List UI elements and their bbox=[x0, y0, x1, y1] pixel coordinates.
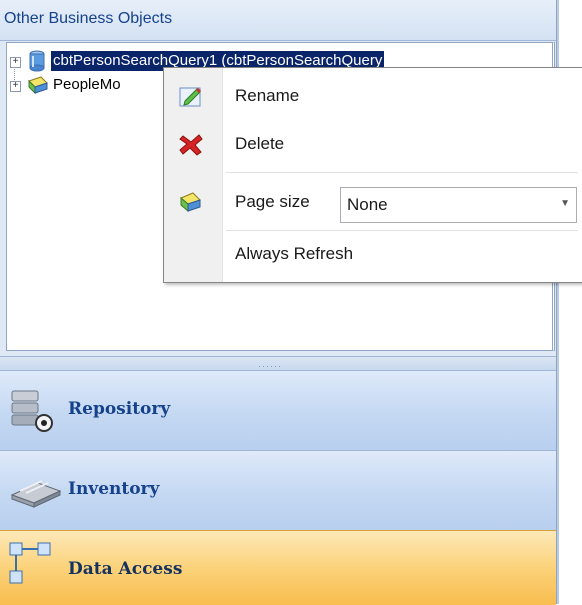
tree-node-label[interactable]: PeopleMo bbox=[51, 75, 123, 95]
menu-separator bbox=[226, 230, 578, 231]
business-object-icon bbox=[27, 75, 49, 100]
nav-button-data-access[interactable]: Data Access bbox=[0, 530, 556, 605]
menu-item-label: Always Refresh bbox=[235, 244, 354, 263]
repository-icon bbox=[8, 385, 60, 440]
menu-separator bbox=[226, 172, 578, 173]
nav-button-inventory[interactable]: Inventory bbox=[0, 450, 556, 531]
database-icon bbox=[27, 50, 47, 77]
page-size-icon bbox=[178, 190, 204, 219]
data-access-icon bbox=[8, 541, 54, 596]
context-menu: Rename Delete Page size None ▼ Always Re… bbox=[163, 67, 582, 283]
nav-label: Repository bbox=[68, 399, 171, 419]
delete-icon bbox=[178, 132, 204, 161]
panel-splitter[interactable]: ······ bbox=[0, 356, 556, 371]
nav-label: Data Access bbox=[68, 559, 183, 579]
menu-item-label: Delete bbox=[235, 134, 285, 153]
rename-icon bbox=[178, 84, 204, 113]
menu-item-delete[interactable]: Delete bbox=[164, 124, 582, 164]
menu-item-label: Page size bbox=[235, 192, 310, 211]
menu-item-rename[interactable]: Rename bbox=[164, 76, 582, 116]
inventory-icon bbox=[8, 469, 64, 518]
expand-icon[interactable]: + bbox=[10, 57, 21, 68]
menu-item-page-size[interactable]: Page size None ▼ bbox=[164, 178, 582, 228]
nav-label: Inventory bbox=[68, 479, 160, 499]
expand-icon[interactable]: + bbox=[10, 81, 21, 92]
combo-value: None bbox=[347, 195, 388, 214]
chevron-down-icon[interactable]: ▼ bbox=[560, 198, 570, 209]
menu-item-label: Rename bbox=[235, 86, 300, 105]
panel-header: Other Business Objects bbox=[0, 0, 556, 41]
menu-item-always-refresh[interactable]: Always Refresh bbox=[164, 234, 582, 274]
nav-button-repository[interactable]: Repository bbox=[0, 370, 556, 451]
page-size-combo[interactable]: None ▼ bbox=[340, 187, 577, 223]
panel-title: Other Business Objects bbox=[4, 10, 173, 27]
